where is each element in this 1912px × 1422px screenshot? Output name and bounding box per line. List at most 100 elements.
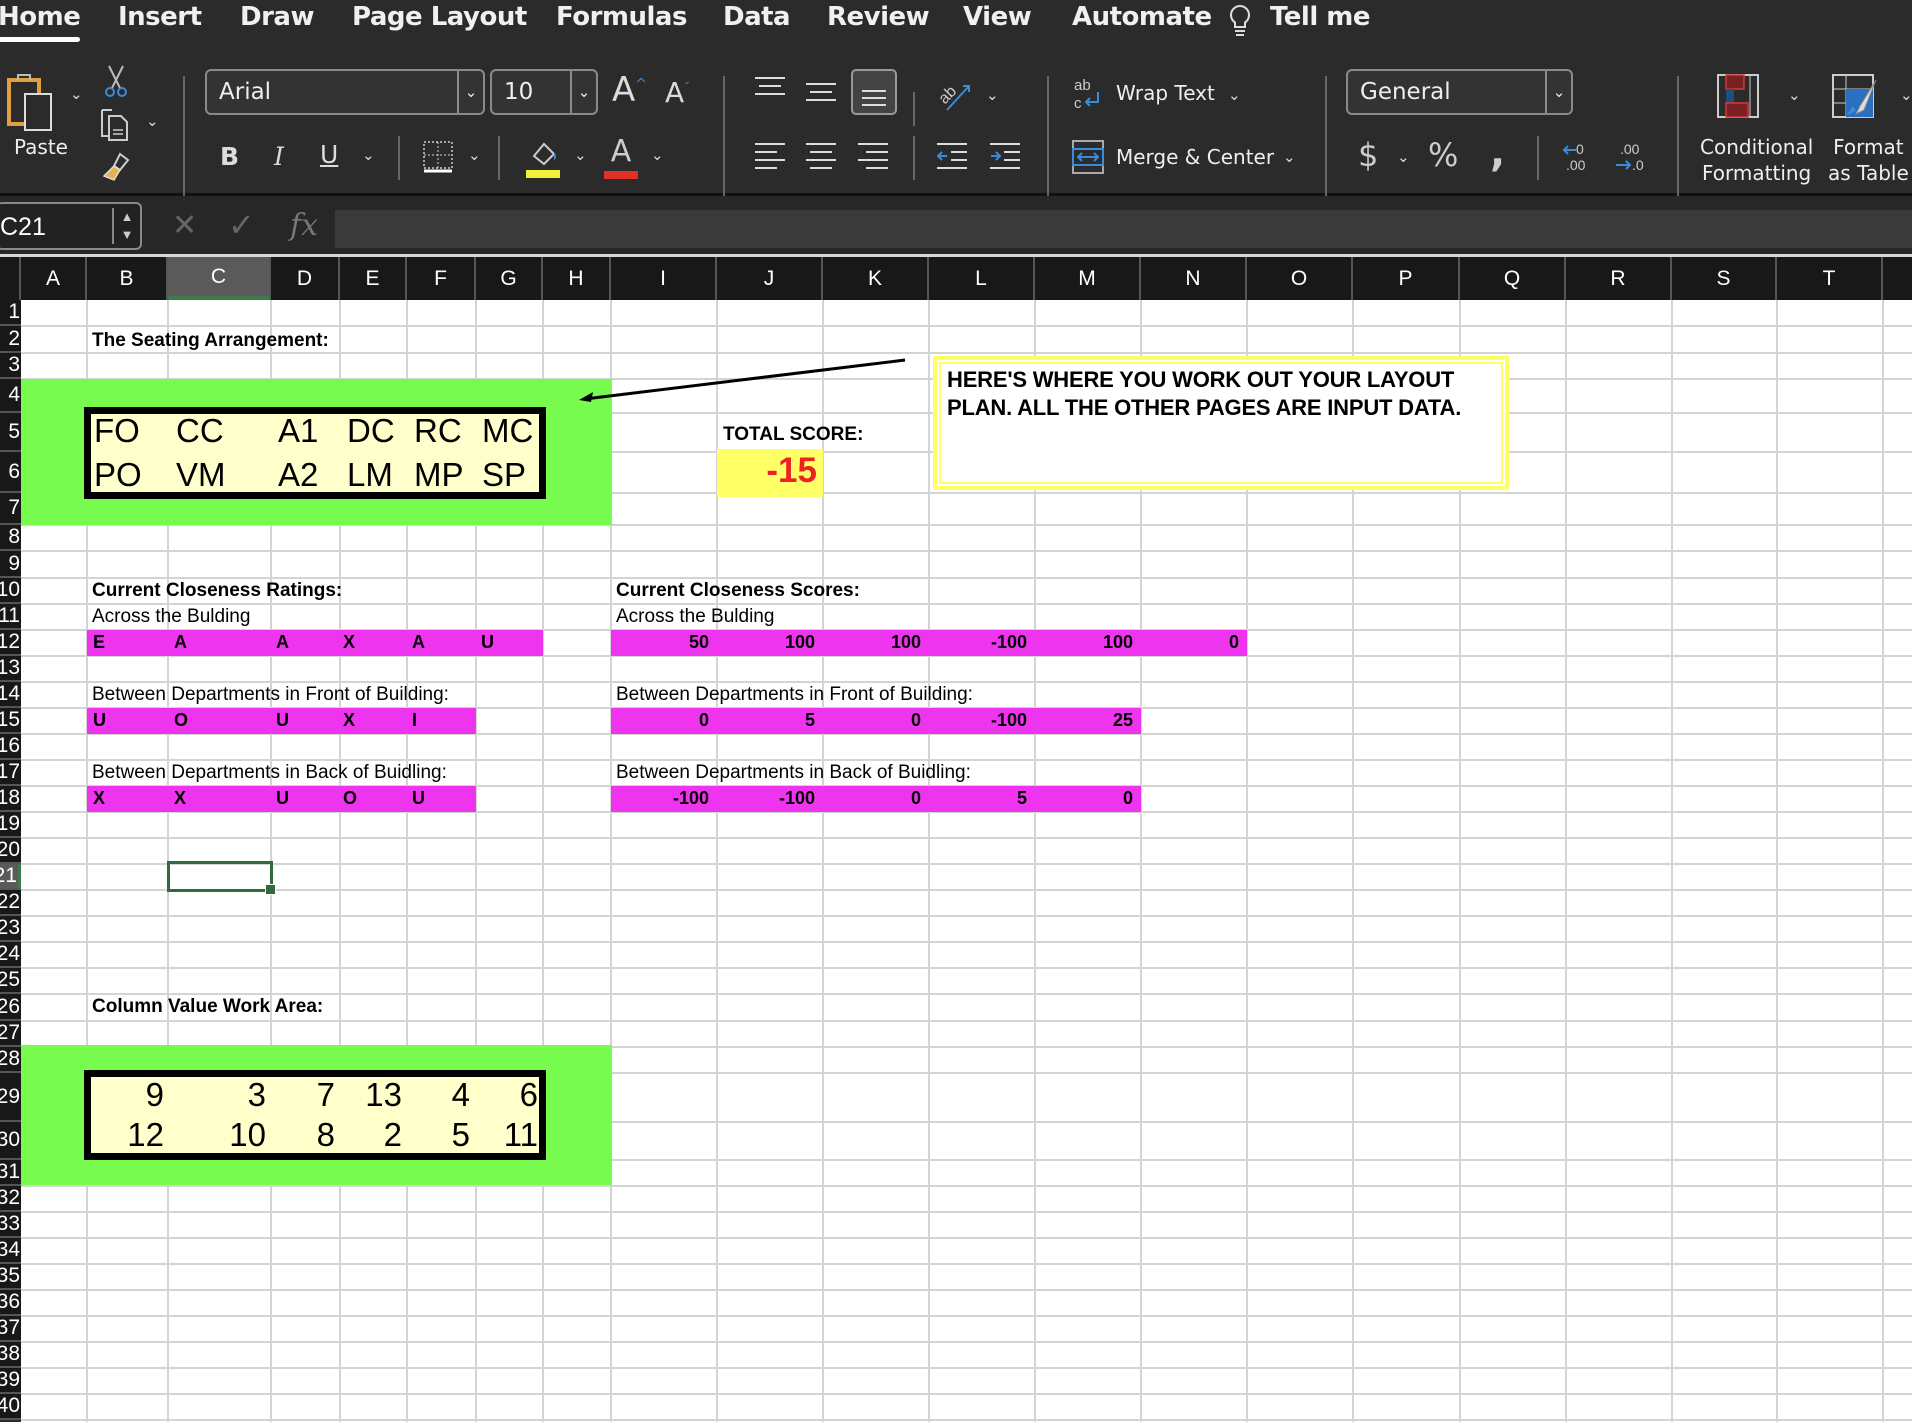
row-header-27[interactable]: 27 — [0, 1021, 21, 1047]
row-header-35[interactable]: 35 — [0, 1264, 21, 1290]
name-box-stepper-icon[interactable]: ▲ ▼ — [112, 208, 140, 244]
bold-button[interactable]: B — [220, 142, 239, 171]
font-size-dropdown[interactable]: 10 ⌄ — [490, 69, 598, 115]
row-header-22[interactable]: 22 — [0, 890, 21, 916]
tab-review[interactable]: Review — [827, 2, 930, 32]
font-color-dropdown-icon[interactable]: ⌄ — [651, 146, 664, 164]
column-header-o[interactable]: O — [1247, 257, 1353, 300]
wrap-text-dropdown-icon[interactable]: ⌄ — [1228, 86, 1241, 104]
merge-center-dropdown-icon[interactable]: ⌄ — [1283, 148, 1296, 166]
increase-indent-icon[interactable] — [990, 142, 1020, 177]
row-header-34[interactable]: 34 — [0, 1238, 21, 1264]
decrease-indent-icon[interactable] — [936, 142, 967, 177]
tab-page-layout[interactable]: Page Layout — [352, 2, 527, 32]
conditional-formatting-dropdown-icon[interactable]: ⌄ — [1788, 86, 1801, 104]
align-top-icon[interactable] — [755, 76, 785, 103]
format-as-table-icon[interactable] — [1832, 74, 1880, 127]
font-name-dropdown[interactable]: Arial ⌄ — [205, 69, 485, 115]
row-header-8[interactable]: 8 — [0, 525, 21, 551]
currency-dropdown-icon[interactable]: ⌄ — [1397, 148, 1410, 166]
row-header-21[interactable]: 21 — [0, 864, 21, 890]
column-header-b[interactable]: B — [87, 257, 168, 300]
row-header-17[interactable]: 17 — [0, 760, 21, 786]
tell-me-search[interactable]: Tell me — [1270, 2, 1371, 32]
enter-check-icon[interactable]: ✓ — [228, 206, 255, 244]
column-header-f[interactable]: F — [407, 257, 476, 300]
merge-center-button[interactable]: Merge & Center — [1116, 144, 1274, 170]
row-header-9[interactable]: 9 — [0, 551, 21, 578]
row-header-36[interactable]: 36 — [0, 1290, 21, 1316]
row-header-2[interactable]: 2 — [0, 326, 21, 353]
align-right-icon[interactable] — [858, 142, 888, 177]
copy-dropdown-icon[interactable]: ⌄ — [146, 112, 159, 130]
format-as-table-dropdown-icon[interactable]: ⌄ — [1900, 86, 1912, 104]
italic-button[interactable]: I — [274, 142, 284, 171]
row-header-12[interactable]: 12 — [0, 630, 21, 656]
wrap-text-icon[interactable]: ab c — [1074, 74, 1104, 119]
row-header-39[interactable]: 39 — [0, 1368, 21, 1394]
conditional-formatting-icon[interactable] — [1717, 74, 1759, 123]
orientation-dropdown-icon[interactable]: ⌄ — [986, 86, 999, 104]
decrease-decimal-icon[interactable]: .00.0 — [1614, 138, 1644, 179]
column-header-j[interactable]: J — [717, 257, 823, 300]
column-header-l[interactable]: L — [929, 257, 1035, 300]
column-header-s[interactable]: S — [1672, 257, 1777, 300]
merge-center-icon[interactable] — [1072, 140, 1104, 179]
row-header-38[interactable]: 38 — [0, 1342, 21, 1368]
row-header-11[interactable]: 11 — [0, 604, 21, 630]
column-header-k[interactable]: K — [823, 257, 929, 300]
comma-style-button[interactable]: , — [1490, 130, 1505, 176]
insert-function-icon[interactable]: fx — [290, 208, 318, 243]
align-bottom-icon[interactable] — [851, 69, 897, 115]
fill-color-icon[interactable] — [526, 138, 560, 183]
tab-data[interactable]: Data — [723, 2, 791, 32]
tab-view[interactable]: View — [963, 2, 1032, 32]
formula-input[interactable] — [335, 210, 1912, 248]
borders-icon[interactable] — [422, 140, 454, 179]
column-header-a[interactable]: A — [21, 257, 87, 300]
row-header-23[interactable]: 23 — [0, 916, 21, 942]
conditional-formatting-button[interactable]: Conditional Formatting — [1700, 134, 1813, 186]
wrap-text-button[interactable]: Wrap Text — [1116, 80, 1215, 106]
borders-dropdown-icon[interactable]: ⌄ — [468, 146, 481, 164]
underline-dropdown-icon[interactable]: ⌄ — [362, 146, 375, 164]
row-header-19[interactable]: 19 — [0, 812, 21, 838]
column-header-p[interactable]: P — [1353, 257, 1460, 300]
row-header-14[interactable]: 14 — [0, 682, 21, 708]
row-header-15[interactable]: 15 — [0, 708, 21, 734]
format-painter-icon[interactable] — [100, 150, 132, 189]
tab-insert[interactable]: Insert — [118, 2, 202, 32]
row-header-32[interactable]: 32 — [0, 1186, 21, 1212]
row-header-7[interactable]: 7 — [0, 493, 21, 525]
column-header-h[interactable]: H — [543, 257, 611, 300]
name-box[interactable]: C21 ▲ ▼ — [0, 202, 142, 250]
column-header-g[interactable]: G — [476, 257, 543, 300]
decrease-font-size-icon[interactable]: Aˇ — [665, 76, 690, 109]
align-left-icon[interactable] — [755, 142, 785, 177]
row-header-6[interactable]: 6 — [0, 452, 21, 493]
column-header-d[interactable]: D — [271, 257, 340, 300]
row-header-33[interactable]: 33 — [0, 1212, 21, 1238]
lightbulb-icon[interactable] — [1228, 4, 1252, 41]
fill-color-dropdown-icon[interactable]: ⌄ — [574, 146, 587, 164]
column-header-r[interactable]: R — [1566, 257, 1672, 300]
row-header-31[interactable]: 31 — [0, 1160, 21, 1186]
paste-icon[interactable] — [6, 70, 62, 137]
align-middle-icon[interactable] — [806, 82, 836, 109]
row-header-10[interactable]: 10 — [0, 578, 21, 604]
column-header-q[interactable]: Q — [1460, 257, 1566, 300]
align-center-icon[interactable] — [806, 142, 836, 177]
tab-home[interactable]: Home — [0, 2, 81, 42]
number-format-dropdown[interactable]: General ⌄ — [1346, 69, 1573, 115]
orientation-icon[interactable]: ab — [935, 74, 973, 119]
column-header-t[interactable]: T — [1777, 257, 1883, 300]
increase-decimal-icon[interactable]: 0.00 — [1562, 138, 1592, 179]
row-header-28[interactable]: 28 — [0, 1047, 21, 1073]
paste-button-label[interactable]: Paste — [14, 134, 68, 160]
row-header-26[interactable]: 26 — [0, 994, 21, 1021]
column-header-n[interactable]: N — [1141, 257, 1247, 300]
column-header-u[interactable] — [1883, 257, 1912, 300]
tab-draw[interactable]: Draw — [240, 2, 314, 32]
row-header-16[interactable]: 16 — [0, 734, 21, 760]
select-all-button[interactable] — [0, 257, 21, 300]
